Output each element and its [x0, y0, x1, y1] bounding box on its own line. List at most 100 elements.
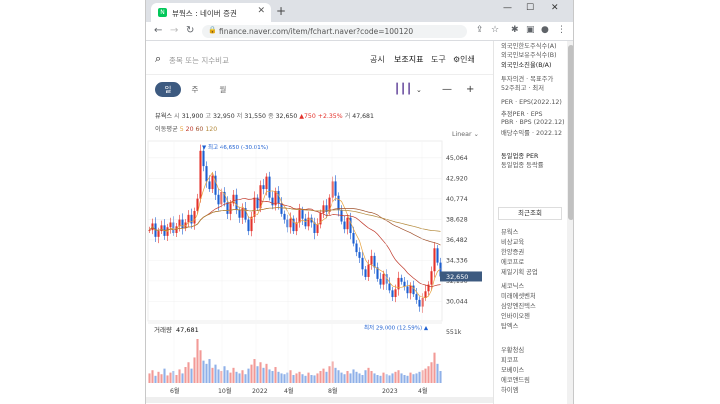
- candle-body: [211, 175, 214, 190]
- change-pct: +2.35%: [317, 113, 343, 120]
- period-month-tab[interactable]: 월: [216, 82, 230, 97]
- volume-bar: [364, 370, 367, 383]
- chevron-down-icon[interactable]: ⌄: [416, 86, 422, 94]
- time-tick-label: 2023: [382, 388, 398, 395]
- draw-tools-menu[interactable]: 도구: [431, 54, 446, 65]
- candle-body: [169, 222, 172, 228]
- candle-body: [388, 283, 391, 291]
- candle-body: [424, 291, 427, 298]
- volume-bar: [160, 374, 163, 383]
- candle-body: [316, 224, 319, 233]
- candle-body: [337, 195, 340, 211]
- candle-body: [235, 194, 238, 211]
- candle-body: [358, 252, 361, 258]
- period-day-tab[interactable]: 일: [155, 82, 181, 97]
- browser-tab[interactable]: N 뷰웍스 : 네이버 증권 ✕: [151, 3, 271, 22]
- back-icon[interactable]: ←: [154, 25, 162, 36]
- print-button[interactable]: ⚙인쇄: [453, 54, 475, 65]
- stock-info-line: 투자의견 · 목표주가: [501, 76, 554, 83]
- recent-view-item[interactable]: 에코앤드림: [501, 375, 530, 384]
- recent-view-item[interactable]: 에코프로: [501, 257, 524, 266]
- reload-icon[interactable]: ↻: [186, 25, 194, 36]
- search-input[interactable]: 종목 또는 지수비교: [169, 55, 229, 66]
- price-chart[interactable]: 45,06442,92040,77438,62836,48234,33632,1…: [146, 139, 493, 404]
- stock-info-line: 배당수익률 · 2022.12: [501, 130, 563, 137]
- scrollbar-thumb[interactable]: [568, 45, 573, 220]
- volume-bar: [253, 359, 256, 383]
- candle-body: [343, 221, 346, 230]
- stock-info-line: 외국인보유주식수(B): [501, 52, 557, 59]
- profile-avatar-icon[interactable]: ●: [541, 25, 549, 35]
- share-icon[interactable]: ⇪: [476, 25, 484, 35]
- volume-bar: [148, 373, 151, 383]
- recent-views-tab[interactable]: 최근조회: [498, 207, 562, 220]
- bookmark-star-icon[interactable]: ☆: [491, 25, 499, 35]
- recent-view-item[interactable]: 삼양엔진텍스: [501, 301, 536, 310]
- volume-bar: [211, 367, 214, 383]
- change-value: ▲750: [299, 113, 316, 120]
- candle-body: [238, 210, 241, 218]
- horizontal-scrollbar: [146, 397, 493, 403]
- candle-body: [271, 197, 274, 206]
- close-tab-icon[interactable]: ✕: [257, 6, 265, 16]
- maximize-icon[interactable]: ☐: [526, 3, 534, 13]
- recent-view-item[interactable]: 뷰웍스: [501, 227, 518, 236]
- recent-view-item[interactable]: 우황청심: [501, 345, 524, 354]
- recent-view-item[interactable]: 세코닉스: [501, 281, 524, 290]
- recent-view-item[interactable]: 제일기획 공업: [501, 267, 538, 276]
- candle-body: [370, 255, 373, 265]
- address-input[interactable]: 🔒 finance.naver.com/item/fchart.naver?co…: [202, 25, 467, 38]
- recent-view-item[interactable]: 모베이스: [501, 365, 524, 374]
- candle-type-icon[interactable]: ┃┃┃: [394, 84, 412, 95]
- notice-menu[interactable]: 공시: [370, 54, 385, 65]
- volume-bar: [259, 362, 262, 383]
- volume-bar: [352, 369, 355, 383]
- indicators-menu[interactable]: 보조지표: [394, 54, 423, 65]
- period-week-tab[interactable]: 주: [188, 82, 202, 97]
- candle-body: [346, 217, 349, 230]
- new-tab-icon[interactable]: +: [276, 4, 286, 18]
- volume-bar: [349, 373, 352, 383]
- candle-body: [379, 278, 382, 285]
- recent-view-item[interactable]: 탑엑스: [501, 321, 518, 330]
- volume-bar: [244, 374, 247, 383]
- recent-view-item[interactable]: 미래에셋벤처: [501, 291, 536, 300]
- recent-view-item[interactable]: 한양증권: [501, 247, 524, 256]
- candle-body: [208, 181, 211, 190]
- candle-body: [400, 277, 403, 282]
- minimize-icon[interactable]: —: [503, 3, 512, 13]
- recent-view-item[interactable]: 인바이오젠: [501, 311, 530, 320]
- lock-icon: 🔒: [208, 26, 217, 34]
- volume-bar: [235, 371, 238, 383]
- menu-kebab-icon[interactable]: ⋮: [557, 25, 566, 35]
- scale-selector[interactable]: Linear ⌄: [452, 131, 479, 138]
- close-label: 종: [267, 113, 274, 120]
- ma-label: 이동평균: [155, 126, 178, 133]
- zoom-out-icon[interactable]: —: [442, 84, 452, 95]
- sidebar-icon[interactable]: ▣: [526, 25, 535, 35]
- volume-bar: [190, 368, 193, 383]
- volume-bar: [415, 373, 418, 383]
- stock-info-line: 추정PER · EPS: [501, 111, 543, 118]
- volume-bar: [304, 375, 307, 383]
- high-value: 32,950: [213, 113, 235, 120]
- recent-view-item[interactable]: 피코프: [501, 355, 518, 364]
- low-label: 저: [236, 113, 243, 120]
- extensions-icon[interactable]: ✱: [511, 25, 519, 35]
- zoom-in-icon[interactable]: +: [466, 84, 474, 95]
- volume-bar: [178, 369, 181, 383]
- moving-average-legend[interactable]: 이동평균 5 20 60 120: [155, 124, 217, 133]
- window-close-icon[interactable]: ✕: [551, 3, 559, 13]
- forward-icon[interactable]: →: [170, 25, 178, 36]
- volume-bar: [373, 373, 376, 383]
- volume-bar: [238, 373, 241, 383]
- volume-bar: [367, 367, 370, 383]
- candle-body: [148, 230, 151, 231]
- price-tick-label: 45,064: [446, 155, 468, 162]
- price-tick-label: 30,044: [446, 298, 468, 305]
- volume-label: 거래량: [154, 325, 172, 334]
- recent-view-item[interactable]: 비상교육: [501, 237, 524, 246]
- recent-view-item[interactable]: 하이엠: [501, 385, 518, 394]
- scrollbar[interactable]: [567, 41, 573, 404]
- search-icon[interactable]: ⌕: [155, 52, 161, 66]
